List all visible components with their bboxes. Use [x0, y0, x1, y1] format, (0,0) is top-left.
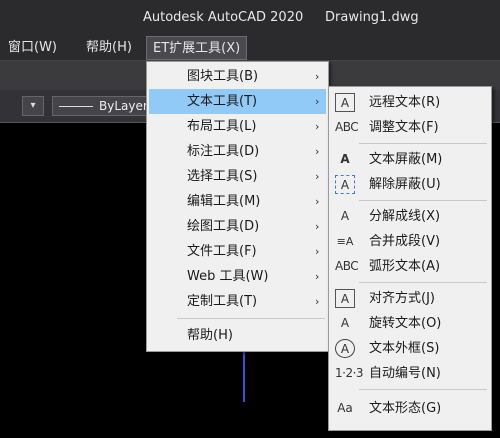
adjust-text-icon: ABC	[335, 120, 359, 134]
text-case-icon: Aa	[337, 401, 353, 415]
chevron-down-icon: ▾	[30, 100, 36, 111]
linetype-dropdown[interactable]: ByLayer	[52, 96, 152, 116]
submenu-item-explode-text[interactable]: A 分解成线(X)	[331, 204, 489, 229]
title-bar: Autodesk AutoCAD 2020 Drawing1.dwg	[0, 0, 500, 36]
menu-item-block-tools[interactable]: 图块工具(B) ›	[149, 64, 326, 89]
submenu-item-label: 解除屏蔽(U)	[369, 177, 441, 192]
chevron-right-icon: ›	[315, 145, 320, 158]
submenu-item-text-frame[interactable]: A 文本外框(S)	[331, 336, 489, 361]
menu-item-draw-tools[interactable]: 绘图工具(D) ›	[149, 214, 326, 239]
submenu-item-label: 调整文本(F)	[369, 120, 439, 135]
menu-item-label: 标注工具(D)	[187, 144, 260, 159]
menu-separator	[177, 318, 325, 319]
menu-item-label: 编辑工具(M)	[187, 194, 261, 209]
menu-window[interactable]: 窗口(W)	[4, 36, 61, 60]
submenu-item-text-case[interactable]: Aa 文本形态(G)	[331, 396, 489, 421]
chevron-right-icon: ›	[315, 170, 320, 183]
menu-item-help[interactable]: 帮助(H)	[149, 323, 326, 348]
submenu-item-label: 弧形文本(A)	[369, 259, 441, 274]
submenu-item-label: 分解成线(X)	[369, 209, 441, 224]
chevron-right-icon: ›	[315, 120, 320, 133]
menu-separator	[359, 200, 487, 201]
submenu-item-label: 对齐方式(J)	[369, 291, 435, 306]
linetype-value: ByLayer	[99, 99, 148, 113]
auto-number-icon: 1·2·3	[335, 366, 364, 380]
unmask-text-icon: A	[335, 175, 355, 194]
chevron-right-icon: ›	[315, 245, 320, 258]
explode-text-icon: A	[340, 209, 350, 223]
submenu-item-adjust-text[interactable]: ABC 调整文本(F)	[331, 115, 489, 140]
menu-separator	[359, 143, 487, 144]
document-title: Drawing1.dwg	[325, 10, 419, 25]
layer-dropdown-button[interactable]: ▾	[22, 96, 44, 116]
submenu-item-label: 远程文本(R)	[369, 95, 441, 110]
chevron-right-icon: ›	[315, 295, 320, 308]
justify-text-icon: A	[335, 289, 355, 308]
chevron-right-icon: ›	[315, 95, 320, 108]
menu-item-label: 文本工具(T)	[187, 94, 258, 109]
text-frame-icon: A	[335, 339, 355, 358]
menu-item-layout-tools[interactable]: 布局工具(L) ›	[149, 114, 326, 139]
submenu-item-rotate-text[interactable]: A 旋转文本(O)	[331, 311, 489, 336]
rotate-text-icon: A	[340, 316, 350, 330]
chevron-right-icon: ›	[315, 195, 320, 208]
submenu-item-auto-number[interactable]: 1·2·3 自动编号(N)	[331, 361, 489, 386]
linetype-preview	[59, 106, 93, 107]
submenu-item-merge-paragraph[interactable]: ≡A 合并成段(V)	[331, 229, 489, 254]
y-axis-line	[243, 350, 245, 402]
menu-item-dimension-tools[interactable]: 标注工具(D) ›	[149, 139, 326, 164]
menu-item-label: 定制工具(T)	[187, 294, 258, 309]
submenu-item-label: 自动编号(N)	[369, 366, 441, 381]
menu-separator	[359, 282, 487, 283]
text-mask-icon: A	[340, 152, 350, 166]
submenu-item-unmask-text[interactable]: A 解除屏蔽(U)	[331, 172, 489, 197]
menu-item-label: 选择工具(S)	[187, 169, 258, 184]
menu-separator	[359, 389, 487, 390]
submenu-item-label: 文本外框(S)	[369, 341, 440, 356]
menu-item-label: 布局工具(L)	[187, 119, 257, 134]
menu-item-modify-tools[interactable]: 编辑工具(M) ›	[149, 189, 326, 214]
merge-paragraph-icon: ≡A	[336, 235, 354, 248]
chevron-right-icon: ›	[315, 220, 320, 233]
submenu-item-remote-text[interactable]: A 远程文本(R)	[331, 90, 489, 115]
menu-item-web-tools[interactable]: Web 工具(W) ›	[149, 264, 326, 289]
arc-text-icon: ABC	[335, 259, 359, 273]
menu-item-file-tools[interactable]: 文件工具(F) ›	[149, 239, 326, 264]
menu-item-selection-tools[interactable]: 选择工具(S) ›	[149, 164, 326, 189]
submenu-item-arc-text[interactable]: ABC 弧形文本(A)	[331, 254, 489, 279]
menu-item-text-tools[interactable]: 文本工具(T) ›	[149, 89, 326, 114]
chevron-right-icon: ›	[315, 270, 320, 283]
menu-item-customize-tools[interactable]: 定制工具(T) ›	[149, 289, 326, 314]
menu-et-express-tools[interactable]: ET扩展工具(X)	[146, 36, 248, 60]
submenu-item-label: 旋转文本(O)	[369, 316, 442, 331]
app-title: Autodesk AutoCAD 2020	[143, 10, 304, 25]
et-menu-dropdown: 图块工具(B) › 文本工具(T) › 布局工具(L) › 标注工具(D) › …	[146, 61, 329, 352]
menu-item-label: 图块工具(B)	[187, 69, 259, 84]
submenu-item-label: 文本形态(G)	[369, 401, 442, 416]
menu-help[interactable]: 帮助(H)	[82, 36, 136, 60]
chevron-right-icon: ›	[315, 70, 320, 83]
submenu-item-text-mask[interactable]: A 文本屏蔽(M)	[331, 147, 489, 172]
submenu-item-label: 合并成段(V)	[369, 234, 441, 249]
text-tools-submenu: A 远程文本(R) ABC 调整文本(F) A 文本屏蔽(M) A 解除屏蔽(U…	[328, 86, 492, 431]
submenu-item-justify-text[interactable]: A 对齐方式(J)	[331, 286, 489, 311]
remote-text-icon: A	[335, 93, 355, 112]
submenu-item-label: 文本屏蔽(M)	[369, 152, 443, 167]
menu-item-label: 绘图工具(D)	[187, 219, 260, 234]
menu-item-label: 帮助(H)	[187, 328, 233, 343]
menu-item-label: Web 工具(W)	[187, 269, 269, 284]
menu-bar: 窗口(W) 帮助(H) ET扩展工具(X)	[0, 36, 500, 60]
menu-item-label: 文件工具(F)	[187, 244, 257, 259]
